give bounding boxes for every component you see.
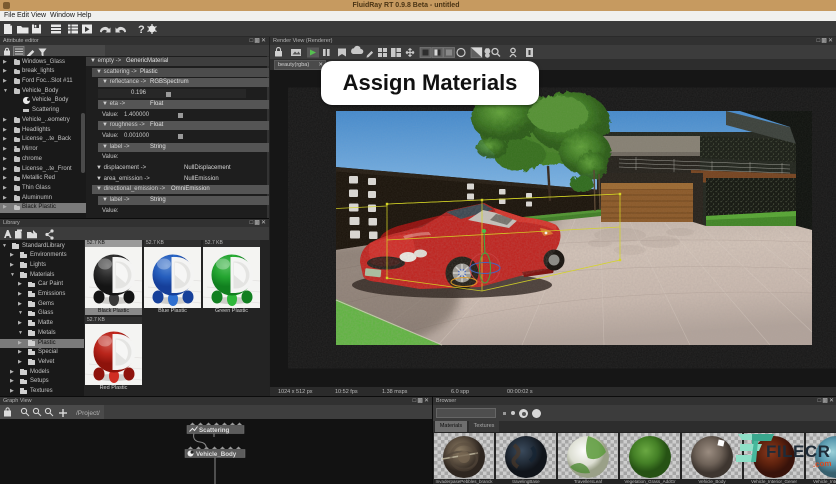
- svg-text:Vehicle_Body: Vehicle_Body: [196, 451, 237, 458]
- svg-text:Scattering: Scattering: [199, 427, 229, 434]
- svg-text:FILECR: FILECR: [766, 442, 830, 461]
- svg-text:?: ?: [138, 24, 145, 36]
- svg-text:/Project/: /Project/: [76, 410, 100, 417]
- svg-text:.com: .com: [813, 459, 832, 469]
